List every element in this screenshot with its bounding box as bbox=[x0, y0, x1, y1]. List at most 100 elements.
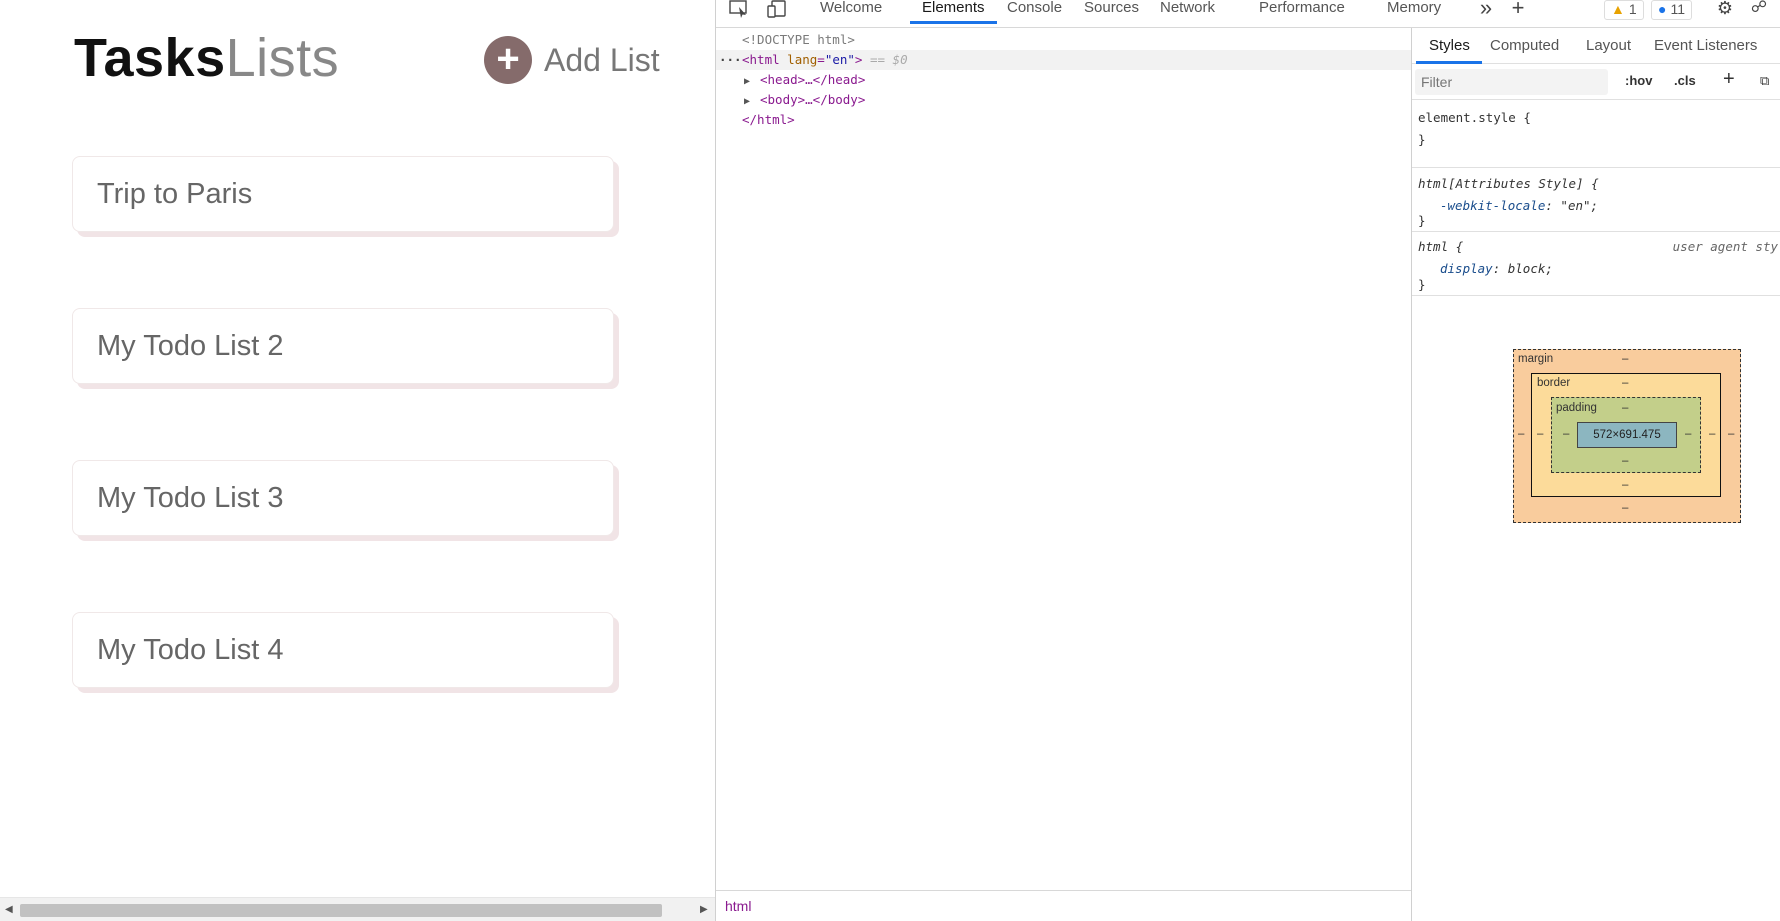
app-logo: TasksLists bbox=[74, 28, 339, 88]
settings-gear-icon[interactable]: ⚙ bbox=[1713, 0, 1737, 20]
add-list-button[interactable]: + Add List bbox=[484, 36, 660, 84]
app-pane: TasksLists + Add List Trip to Paris My T… bbox=[0, 0, 715, 921]
scrollbar-thumb[interactable] bbox=[20, 904, 662, 917]
devtools-tabbar: Welcome Elements Console Sources Network… bbox=[716, 0, 1780, 28]
body-tag: <body>…</body> bbox=[760, 92, 866, 107]
border-right-value[interactable]: – bbox=[1709, 428, 1715, 440]
list-card[interactable]: My Todo List 2 bbox=[72, 308, 614, 384]
add-rule-icon[interactable]: + bbox=[1723, 68, 1735, 91]
style-rule-element: element.style { } bbox=[1412, 100, 1780, 168]
html-close-tag: </html> bbox=[742, 112, 795, 127]
list-card[interactable]: Trip to Paris bbox=[72, 156, 614, 232]
property-name: -webkit-locale bbox=[1440, 198, 1546, 213]
property-value: "en"; bbox=[1560, 198, 1599, 213]
rule-selector[interactable]: html[Attributes Style] { bbox=[1418, 176, 1599, 191]
rule-close-brace: } bbox=[1418, 132, 1426, 147]
devtools: Welcome Elements Console Sources Network… bbox=[715, 0, 1780, 921]
dom-html-close[interactable]: </html> bbox=[742, 110, 795, 130]
border-top-value[interactable]: – bbox=[1622, 377, 1628, 389]
style-rule-attributes: html[Attributes Style] { -webkit-locale:… bbox=[1412, 168, 1780, 232]
message-icon: ● bbox=[1658, 1, 1667, 17]
margin-right-value[interactable]: – bbox=[1728, 428, 1734, 440]
styles-subtabs: Styles Computed Layout Event Listeners bbox=[1412, 28, 1780, 64]
property-value: block; bbox=[1507, 261, 1553, 276]
customize-icon[interactable]: ☍ bbox=[1747, 0, 1771, 20]
property-name: display bbox=[1440, 261, 1493, 276]
style-rule-user-agent: html { user agent sty display: block; } bbox=[1412, 232, 1780, 296]
scroll-right-icon[interactable]: ▶ bbox=[700, 904, 708, 915]
styles-filter-input[interactable] bbox=[1415, 69, 1608, 95]
hover-state-button[interactable]: :hov bbox=[1625, 73, 1652, 88]
html-open-tag: <html bbox=[742, 52, 780, 67]
html-attr-name: lang bbox=[787, 52, 818, 67]
dom-doctype[interactable]: <!DOCTYPE html> bbox=[742, 30, 855, 50]
warnings-badge[interactable]: ▲ 1 bbox=[1604, 0, 1644, 20]
subtab-layout[interactable]: Layout bbox=[1586, 37, 1631, 54]
padding-right-value[interactable]: – bbox=[1685, 428, 1691, 440]
subtab-computed[interactable]: Computed bbox=[1490, 37, 1559, 54]
message-count: 11 bbox=[1670, 1, 1686, 17]
dom-head-node[interactable]: ▶ <head>…</head> bbox=[744, 70, 865, 90]
inspect-element-icon[interactable] bbox=[727, 0, 751, 20]
plus-icon: + bbox=[484, 36, 532, 84]
tab-network[interactable]: Network bbox=[1160, 0, 1215, 26]
html-close-bracket: > bbox=[854, 52, 863, 67]
head-tag: <head>…</head> bbox=[760, 72, 866, 87]
scroll-left-icon[interactable]: ◀ bbox=[5, 904, 13, 915]
padding-top-value[interactable]: – bbox=[1622, 402, 1628, 414]
subtab-event-listeners[interactable]: Event Listeners bbox=[1654, 37, 1757, 54]
margin-label: margin bbox=[1518, 353, 1554, 365]
subtab-styles[interactable]: Styles bbox=[1416, 37, 1482, 64]
border-left-value[interactable]: – bbox=[1537, 428, 1543, 440]
box-model-diagram: 572×691.475 margin border padding – – – … bbox=[1513, 349, 1741, 523]
more-tabs-icon[interactable]: » bbox=[1474, 0, 1498, 20]
rule-origin: user agent sty bbox=[1672, 239, 1778, 254]
padding-left-value[interactable]: – bbox=[1563, 428, 1569, 440]
app-header: TasksLists + Add List bbox=[74, 28, 660, 88]
html-attr-value: "en" bbox=[824, 52, 855, 67]
dom-html-node[interactable]: ··· <html lang="en"> == $0 bbox=[716, 50, 1411, 70]
rule-property[interactable]: -webkit-locale: "en"; bbox=[1440, 198, 1598, 213]
box-model-content[interactable]: 572×691.475 bbox=[1577, 422, 1677, 448]
rule-close-brace: } bbox=[1418, 277, 1426, 292]
margin-bottom-value[interactable]: – bbox=[1622, 502, 1628, 514]
border-bottom-value[interactable]: – bbox=[1622, 479, 1628, 491]
tab-sources[interactable]: Sources bbox=[1084, 0, 1139, 26]
new-tab-icon[interactable]: + bbox=[1506, 0, 1530, 20]
dom-body-node[interactable]: ▶ <body>…</body> bbox=[744, 90, 865, 110]
class-toggle-button[interactable]: .cls bbox=[1674, 73, 1696, 88]
margin-left-value[interactable]: – bbox=[1518, 428, 1524, 440]
add-list-label: Add List bbox=[544, 41, 660, 78]
margin-top-value[interactable]: – bbox=[1622, 353, 1628, 365]
logo-light-text: Lists bbox=[225, 28, 340, 88]
list-card[interactable]: My Todo List 4 bbox=[72, 612, 614, 688]
dom-tree: <!DOCTYPE html> ··· <html lang="en"> == $… bbox=[716, 28, 1411, 890]
computed-sidebar-icon[interactable]: ⧉ bbox=[1760, 73, 1769, 89]
breadcrumb-html[interactable]: html bbox=[725, 898, 751, 914]
tab-console[interactable]: Console bbox=[1007, 0, 1062, 26]
breadcrumb: html bbox=[716, 890, 1411, 921]
selected-marker: == $0 bbox=[869, 52, 908, 67]
device-toolbar-icon[interactable] bbox=[765, 0, 789, 20]
rule-selector[interactable]: element.style { bbox=[1418, 110, 1531, 125]
padding-label: padding bbox=[1556, 402, 1597, 414]
warning-icon: ▲ bbox=[1611, 1, 1625, 17]
tab-welcome[interactable]: Welcome bbox=[820, 0, 882, 26]
rule-property[interactable]: display: block; bbox=[1440, 261, 1553, 276]
rule-close-brace: } bbox=[1418, 213, 1426, 228]
warning-count: 1 bbox=[1628, 1, 1637, 17]
tab-memory[interactable]: Memory bbox=[1387, 0, 1441, 26]
tab-elements[interactable]: Elements bbox=[910, 0, 996, 26]
border-label: border bbox=[1537, 377, 1571, 389]
list-card[interactable]: My Todo List 3 bbox=[72, 460, 614, 536]
tab-performance[interactable]: Performance bbox=[1259, 0, 1345, 26]
logo-bold-text: Tasks bbox=[74, 28, 226, 88]
rule-selector[interactable]: html { bbox=[1418, 239, 1463, 254]
styles-filter-row: :hov .cls + ⧉ bbox=[1412, 64, 1780, 100]
expand-triangle-icon[interactable]: ▶ bbox=[744, 72, 760, 92]
more-options-icon[interactable]: ··· bbox=[719, 50, 742, 70]
padding-bottom-value[interactable]: – bbox=[1622, 455, 1628, 467]
horizontal-scrollbar[interactable]: ◀ ▶ bbox=[0, 897, 715, 921]
messages-badge[interactable]: ● 11 bbox=[1651, 0, 1693, 20]
expand-triangle-icon[interactable]: ▶ bbox=[744, 92, 760, 112]
